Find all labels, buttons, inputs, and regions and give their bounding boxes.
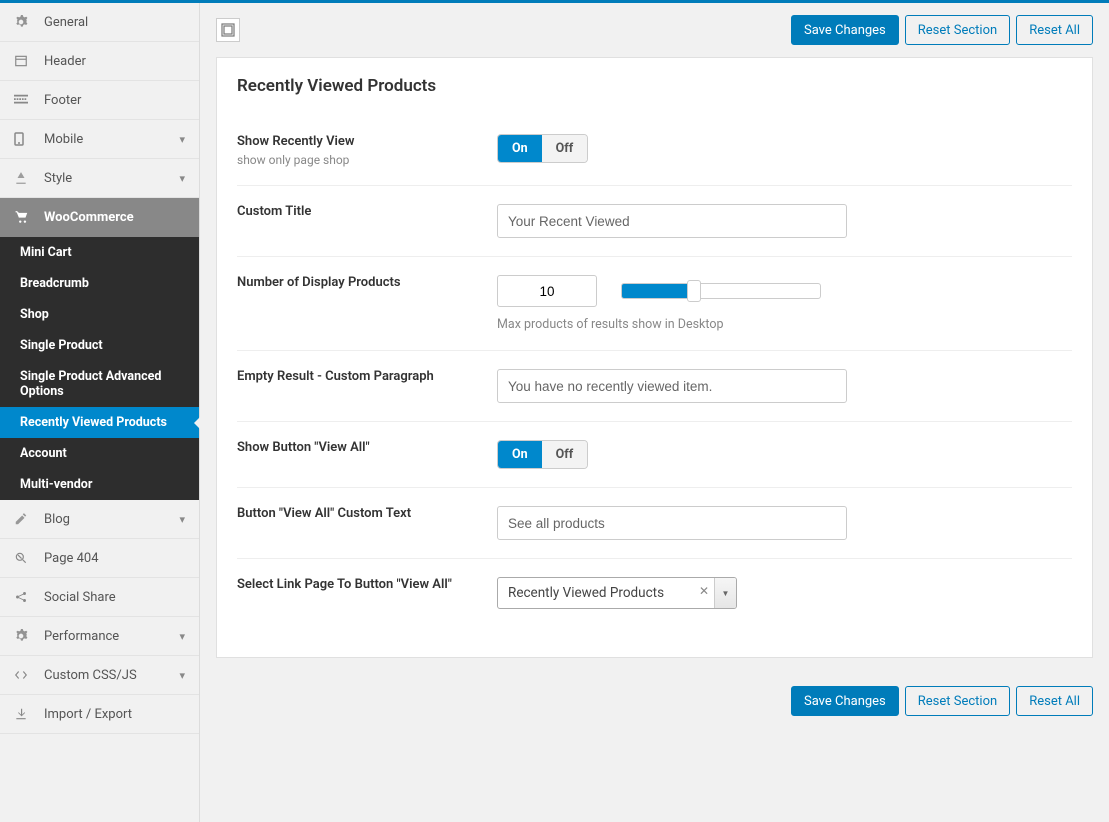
sidebar-item-label: Blog [44, 512, 179, 527]
sidebar-item-header[interactable]: Header [0, 42, 199, 81]
chevron-down-icon: ▾ [179, 513, 185, 526]
sidebar-item-style[interactable]: Style ▾ [0, 159, 199, 198]
num-display-slider[interactable] [621, 283, 821, 299]
field-label-text: Button "View All" Custom Text [237, 506, 497, 540]
chevron-down-icon: ▾ [179, 630, 185, 643]
field-label-text: Number of Display Products [237, 275, 497, 332]
field-help-text: Max products of results show in Desktop [497, 317, 927, 332]
field-label-text: Show Button "View All" [237, 440, 497, 469]
sidebar-item-social-share[interactable]: Social Share [0, 578, 199, 617]
reset-all-button[interactable]: Reset All [1016, 686, 1093, 716]
field-label-text: Custom Title [237, 204, 497, 238]
sidebar-sub-single-product-adv[interactable]: Single Product Advanced Options [0, 361, 199, 407]
top-toolbar: Save Changes Reset Section Reset All [200, 3, 1109, 57]
toggle-off[interactable]: Off [542, 441, 588, 468]
sidebar-sub-recently-viewed[interactable]: Recently Viewed Products [0, 407, 199, 438]
sidebar-item-custom-css-js[interactable]: Custom CSS/JS ▾ [0, 656, 199, 695]
sidebar-item-woocommerce[interactable]: WooCommerce [0, 198, 199, 237]
sidebar-item-label: Footer [44, 93, 185, 108]
toggle-on[interactable]: On [498, 441, 542, 468]
field-show-recently-view: Show Recently View show only page shop O… [237, 116, 1072, 186]
field-show-viewall: Show Button "View All" On Off [237, 422, 1072, 488]
field-empty-result: Empty Result - Custom Paragraph [237, 351, 1072, 422]
sidebar-item-label: Header [44, 54, 185, 69]
sidebar-item-footer[interactable]: Footer [0, 81, 199, 120]
sidebar-item-page404[interactable]: Page 404 [0, 539, 199, 578]
reset-section-button[interactable]: Reset Section [905, 686, 1010, 716]
field-viewall-link: Select Link Page To Button "View All" Re… [237, 559, 1072, 627]
field-sub-text: show only page shop [237, 153, 497, 167]
sidebar-submenu-woocommerce: Mini Cart Breadcrumb Shop Single Product… [0, 237, 199, 500]
reset-section-button[interactable]: Reset Section [905, 15, 1010, 45]
select-dropdown-icon[interactable]: ▼ [714, 578, 736, 608]
sidebar-item-label: Performance [44, 629, 179, 644]
toggle-off[interactable]: Off [542, 135, 588, 162]
save-changes-button[interactable]: Save Changes [791, 15, 899, 45]
sidebar-sub-breadcrumb[interactable]: Breadcrumb [0, 268, 199, 299]
download-icon [14, 707, 32, 721]
share-icon [14, 590, 32, 604]
custom-title-input[interactable] [497, 204, 847, 238]
field-num-display-products: Number of Display Products Max products … [237, 257, 1072, 351]
pencil-icon [14, 512, 32, 526]
sidebar-sub-minicart[interactable]: Mini Cart [0, 237, 199, 268]
sidebar-sub-account[interactable]: Account [0, 438, 199, 469]
sidebar-item-label: Custom CSS/JS [44, 668, 179, 683]
sidebar-item-label: Import / Export [44, 707, 185, 722]
panel-layout-icon[interactable] [216, 18, 240, 42]
sidebar-item-label: Page 404 [44, 551, 185, 566]
code-icon [14, 668, 32, 682]
slider-handle[interactable] [687, 280, 701, 302]
header-icon [14, 54, 32, 68]
sidebar-item-label: General [44, 15, 185, 30]
toggle-on[interactable]: On [498, 135, 542, 162]
chevron-down-icon: ▾ [179, 133, 185, 146]
select-value: Recently Viewed Products [508, 585, 664, 601]
select-clear-icon[interactable]: ✕ [699, 584, 709, 598]
toggle-show-viewall[interactable]: On Off [497, 440, 588, 469]
gear-icon [14, 629, 32, 643]
sidebar-item-import-export[interactable]: Import / Export [0, 695, 199, 734]
bottom-toolbar: Save Changes Reset Section Reset All [200, 674, 1109, 728]
footer-icon [14, 94, 32, 106]
sidebar-sub-shop[interactable]: Shop [0, 299, 199, 330]
settings-sidebar: General Header Footer Mobile ▾ Style ▾ [0, 3, 200, 822]
mobile-icon [14, 132, 32, 146]
sidebar-item-blog[interactable]: Blog ▾ [0, 500, 199, 539]
gear-icon [14, 15, 32, 29]
chevron-down-icon: ▾ [179, 172, 185, 185]
field-label-text: Select Link Page To Button "View All" [237, 577, 497, 609]
field-viewall-text: Button "View All" Custom Text [237, 488, 1072, 559]
field-label-text: Empty Result - Custom Paragraph [237, 369, 497, 403]
sidebar-item-label: Style [44, 171, 179, 186]
num-display-input[interactable] [497, 275, 597, 307]
sidebar-item-label: WooCommerce [44, 210, 185, 225]
sidebar-sub-multivendor[interactable]: Multi-vendor [0, 469, 199, 500]
slider-fill [622, 284, 691, 298]
settings-panel: Recently Viewed Products Show Recently V… [216, 57, 1093, 658]
toggle-show-recently-view[interactable]: On Off [497, 134, 588, 163]
empty-result-input[interactable] [497, 369, 847, 403]
sidebar-item-performance[interactable]: Performance ▾ [0, 617, 199, 656]
field-custom-title: Custom Title [237, 186, 1072, 257]
search-broken-icon [14, 551, 32, 565]
sidebar-item-label: Mobile [44, 132, 179, 147]
save-changes-button[interactable]: Save Changes [791, 686, 899, 716]
sidebar-item-label: Social Share [44, 590, 185, 605]
sidebar-item-mobile[interactable]: Mobile ▾ [0, 120, 199, 159]
field-label-text: Show Recently View [237, 134, 497, 149]
style-icon [14, 171, 32, 185]
sidebar-item-general[interactable]: General [0, 3, 199, 42]
chevron-down-icon: ▾ [179, 669, 185, 682]
cart-icon [14, 210, 32, 224]
sidebar-sub-single-product[interactable]: Single Product [0, 330, 199, 361]
panel-title: Recently Viewed Products [237, 76, 1072, 96]
viewall-text-input[interactable] [497, 506, 847, 540]
reset-all-button[interactable]: Reset All [1016, 15, 1093, 45]
